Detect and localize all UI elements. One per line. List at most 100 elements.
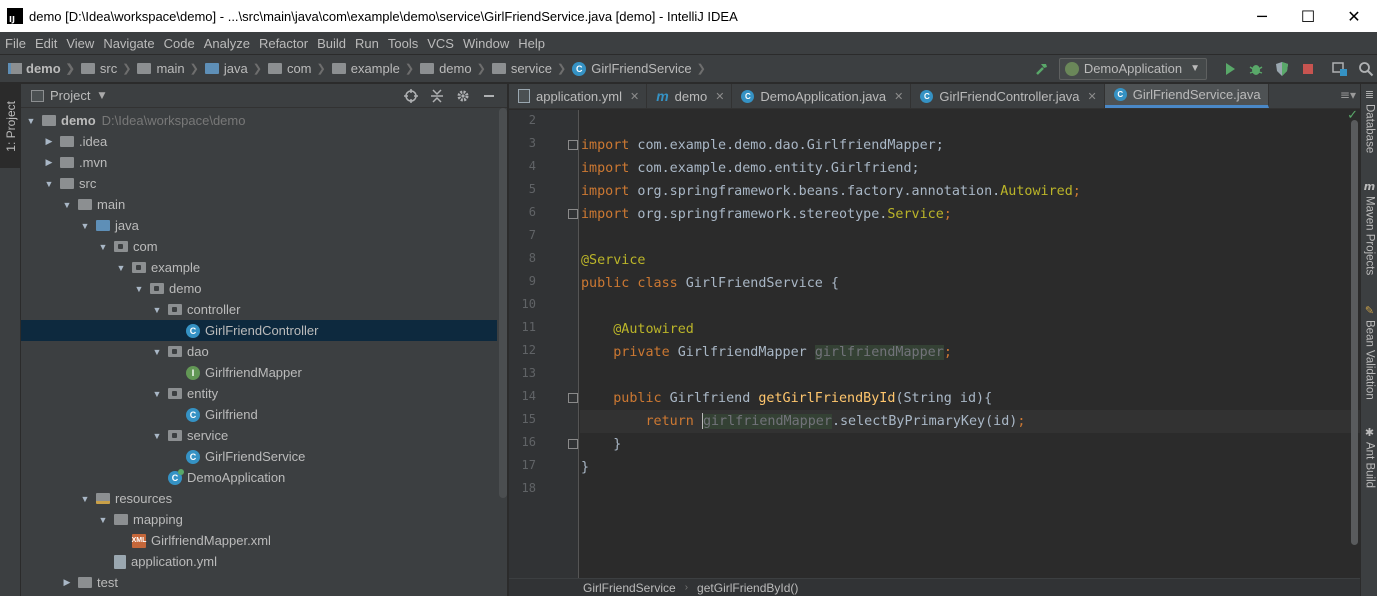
tree-item-mvn[interactable]: ▶ .mvn — [21, 152, 497, 173]
close-tab-icon[interactable]: ✕ — [630, 90, 639, 103]
expand-arrow-down-icon[interactable]: ▼ — [79, 494, 91, 504]
fold-marker-icon[interactable] — [568, 393, 578, 403]
settings-button[interactable] — [453, 86, 473, 106]
menu-run[interactable]: Run — [355, 36, 379, 51]
menu-tools[interactable]: Tools — [388, 36, 418, 51]
tab-application-yml[interactable]: application.yml ✕ — [509, 84, 648, 108]
expand-arrow-down-icon[interactable]: ▼ — [151, 431, 163, 441]
expand-arrow-down-icon[interactable]: ▼ — [97, 515, 109, 525]
fold-marker-icon[interactable] — [568, 439, 578, 449]
code-area[interactable]: import com.example.demo.dao.GirlfriendMa… — [580, 110, 1360, 578]
breadcrumb-example[interactable]: example ❯ — [331, 61, 420, 76]
menu-build[interactable]: Build — [317, 36, 346, 51]
menu-navigate[interactable]: Navigate — [103, 36, 154, 51]
tree-item-application-yml[interactable]: application.yml — [21, 551, 497, 572]
project-panel-title[interactable]: Project — [50, 88, 90, 103]
editor-breadcrumb-method[interactable]: getGirlFriendById() — [697, 581, 798, 595]
tree-item-service[interactable]: ▼ service — [21, 425, 497, 446]
editor-scrollbar[interactable]: ✓ — [1347, 108, 1360, 550]
tree-item-girlfriendmapper-xml[interactable]: XML GirlfriendMapper.xml — [21, 530, 497, 551]
run-button[interactable] — [1219, 58, 1241, 80]
tab-girlfriendservice-java[interactable]: C GirlFriendService.java — [1104, 84, 1269, 108]
tree-item-mapping[interactable]: ▼ mapping — [21, 509, 497, 530]
search-everywhere-button[interactable] — [1355, 58, 1377, 80]
expand-arrow-down-icon[interactable]: ▼ — [61, 200, 73, 210]
expand-arrow-down-icon[interactable]: ▼ — [151, 305, 163, 315]
editor-breadcrumb-class[interactable]: GirlFriendService — [583, 581, 676, 595]
fold-marker-icon[interactable] — [568, 140, 578, 150]
breadcrumb-girlfriendservice[interactable]: C GirlFriendService ❯ — [572, 61, 712, 76]
tree-item-com[interactable]: ▼ com — [21, 236, 497, 257]
tree-item-girlfriend[interactable]: C Girlfriend — [21, 404, 497, 425]
hide-panel-button[interactable] — [479, 86, 499, 106]
chevron-down-icon[interactable]: ▼ — [98, 91, 105, 101]
tab-girlfriendcontroller-java[interactable]: C GirlFriendController.java ✕ — [911, 84, 1105, 108]
expand-arrow-down-icon[interactable]: ▼ — [151, 389, 163, 399]
menu-code[interactable]: Code — [164, 36, 195, 51]
database-tool-tab[interactable]: ≣ Database — [1361, 88, 1377, 153]
collapse-all-button[interactable] — [427, 86, 447, 106]
breadcrumb-service[interactable]: service ❯ — [491, 61, 572, 76]
tab-demo-pom[interactable]: m demo ✕ — [647, 84, 733, 108]
breadcrumb-demo-package[interactable]: demo ❯ — [420, 61, 492, 76]
close-tab-icon[interactable]: ✕ — [1088, 90, 1097, 103]
tree-item-girlfriendcontroller[interactable]: C GirlFriendController — [21, 320, 497, 341]
breadcrumb-src[interactable]: src ❯ — [80, 61, 138, 76]
tree-item-girlfriendmapper[interactable]: I GirlfriendMapper — [21, 362, 497, 383]
tree-item-demoapplication[interactable]: C DemoApplication — [21, 467, 497, 488]
expand-arrow-down-icon[interactable]: ▼ — [43, 179, 55, 189]
build-hammer-button[interactable] — [1031, 58, 1053, 80]
editor-scrollbar-thumb[interactable] — [1351, 120, 1358, 545]
expand-arrow-right-icon[interactable]: ▶ — [61, 577, 73, 588]
minimize-button[interactable]: ─ — [1239, 0, 1285, 32]
code-editor[interactable]: 2 3 4 5 6 7 8 9 10 11 12 13 14 15 16 17 18 import com.ex… — [509, 108, 1360, 578]
menu-refactor[interactable]: Refactor — [259, 36, 308, 51]
menu-help[interactable]: Help — [518, 36, 545, 51]
fold-marker-icon[interactable] — [568, 209, 578, 219]
project-tool-tab[interactable]: 1: Project — [0, 84, 21, 168]
menu-file[interactable]: File — [5, 36, 26, 51]
breadcrumb-java[interactable]: java ❯ — [204, 61, 268, 76]
maven-projects-tool-tab[interactable]: m Maven Projects — [1361, 180, 1377, 275]
tree-item-entity[interactable]: ▼ entity — [21, 383, 497, 404]
menu-window[interactable]: Window — [463, 36, 509, 51]
tab-list-menu-icon[interactable]: ≡▾ — [1340, 88, 1356, 102]
tree-item-test[interactable]: ▶ test — [21, 572, 497, 593]
menu-analyze[interactable]: Analyze — [204, 36, 250, 51]
close-tab-icon[interactable]: ✕ — [894, 90, 903, 103]
tree-item-controller[interactable]: ▼ controller — [21, 299, 497, 320]
tree-item-example[interactable]: ▼ example — [21, 257, 497, 278]
close-window-button[interactable]: ✕ — [1331, 0, 1377, 32]
expand-arrow-down-icon[interactable]: ▼ — [97, 242, 109, 252]
tree-item-girlfriendservice[interactable]: C GirlFriendService — [21, 446, 497, 467]
tree-item-dao[interactable]: ▼ dao — [21, 341, 497, 362]
breadcrumb-demo[interactable]: demo ❯ — [8, 61, 81, 76]
menu-vcs[interactable]: VCS — [427, 36, 454, 51]
tree-item-src[interactable]: ▼ src — [21, 173, 497, 194]
close-tab-icon[interactable]: ✕ — [715, 90, 724, 103]
coverage-button[interactable] — [1271, 58, 1293, 80]
ant-build-tool-tab[interactable]: ✱ Ant Build — [1361, 426, 1377, 488]
bean-validation-tool-tab[interactable]: ✎ Bean Validation — [1361, 304, 1377, 400]
breadcrumb-com[interactable]: com ❯ — [267, 61, 332, 76]
menu-edit[interactable]: Edit — [35, 36, 57, 51]
expand-arrow-right-icon[interactable]: ▶ — [43, 157, 55, 168]
breadcrumb-main[interactable]: main ❯ — [137, 61, 204, 76]
project-structure-button[interactable] — [1329, 58, 1351, 80]
stop-button[interactable] — [1297, 58, 1319, 80]
expand-arrow-right-icon[interactable]: ▶ — [43, 136, 55, 147]
scroll-from-source-button[interactable] — [401, 86, 421, 106]
tree-item-demo[interactable]: ▼ demo D:\Idea\workspace\demo — [21, 110, 497, 131]
expand-arrow-down-icon[interactable]: ▼ — [25, 116, 37, 126]
run-configuration-select[interactable]: DemoApplication ▼ — [1058, 57, 1207, 80]
tree-item-main[interactable]: ▼ main — [21, 194, 497, 215]
expand-arrow-down-icon[interactable]: ▼ — [79, 221, 91, 231]
expand-arrow-down-icon[interactable]: ▼ — [115, 263, 127, 273]
debug-button[interactable] — [1245, 58, 1267, 80]
tree-item-demo[interactable]: ▼ demo — [21, 278, 497, 299]
tree-item-resources[interactable]: ▼ resources — [21, 488, 497, 509]
menu-view[interactable]: View — [66, 36, 94, 51]
tab-demoapplication-java[interactable]: C DemoApplication.java ✕ — [732, 84, 912, 108]
maximize-button[interactable]: ☐ — [1285, 0, 1331, 32]
editor-gutter[interactable]: 2 3 4 5 6 7 8 9 10 11 12 13 14 15 16 17 18 — [509, 110, 579, 578]
